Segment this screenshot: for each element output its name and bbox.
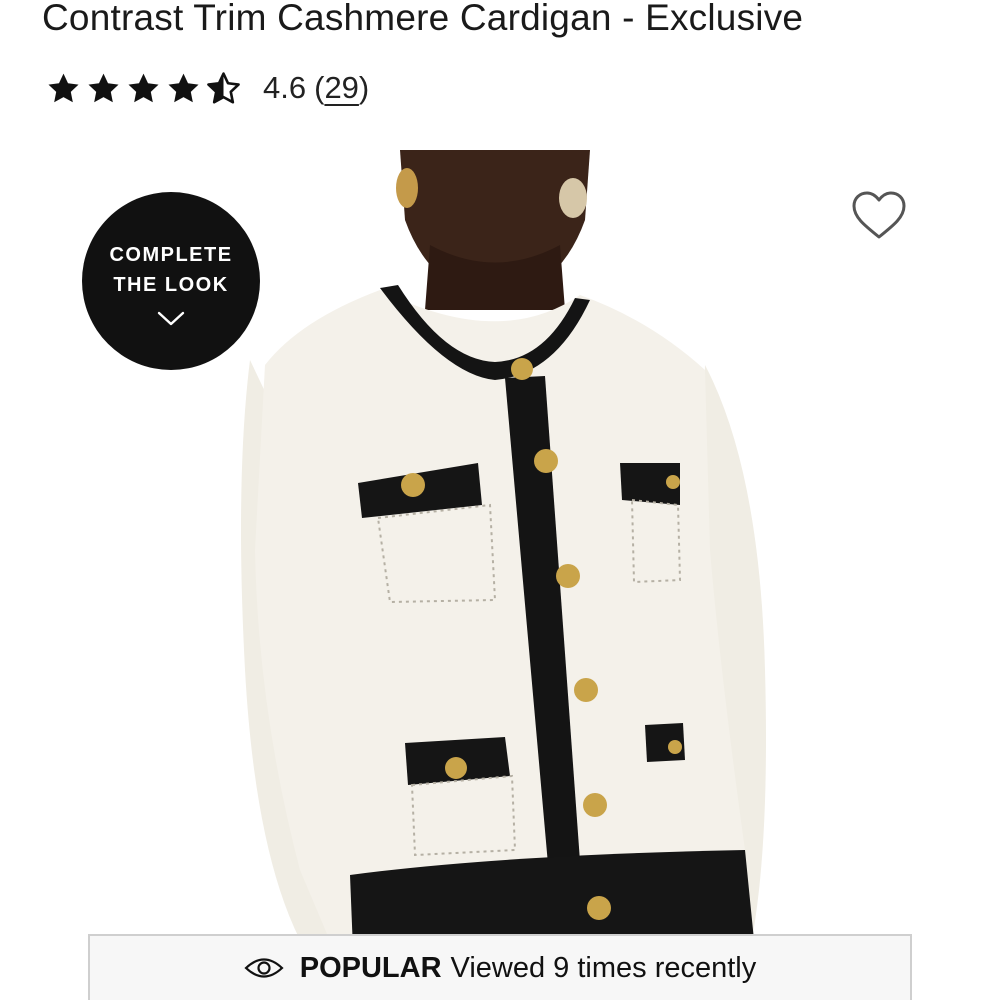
star-icon [128, 73, 159, 102]
popular-label: POPULAR [299, 951, 442, 984]
complete-the-look-button[interactable]: COMPLETE THE LOOK [82, 192, 260, 370]
paren-close: ) [358, 70, 370, 105]
paren-open: ( [314, 70, 325, 105]
eye-icon [244, 958, 284, 978]
review-count: 29 [324, 70, 359, 105]
star-icon [48, 73, 79, 102]
rating-row[interactable]: 4.6 (29) [46, 68, 369, 108]
chevron-down-icon [157, 311, 185, 326]
heart-outline-icon[interactable] [850, 190, 908, 242]
review-count-link[interactable]: (29) [314, 70, 369, 106]
popular-banner: POPULAR Viewed 9 times recently [88, 934, 912, 1000]
popular-text: Viewed 9 times recently [450, 951, 757, 984]
star-half-icon [207, 71, 240, 104]
rating-value: 4.6 [263, 70, 307, 105]
complete-the-look-line1: COMPLETE [109, 244, 233, 266]
star-icon [88, 73, 119, 102]
star-icon [168, 73, 199, 102]
product-title: Contrast Trim Cashmere Cardigan - Exclus… [42, 0, 804, 38]
complete-the-look-line2: THE LOOK [113, 274, 229, 296]
star-rating [46, 71, 241, 106]
